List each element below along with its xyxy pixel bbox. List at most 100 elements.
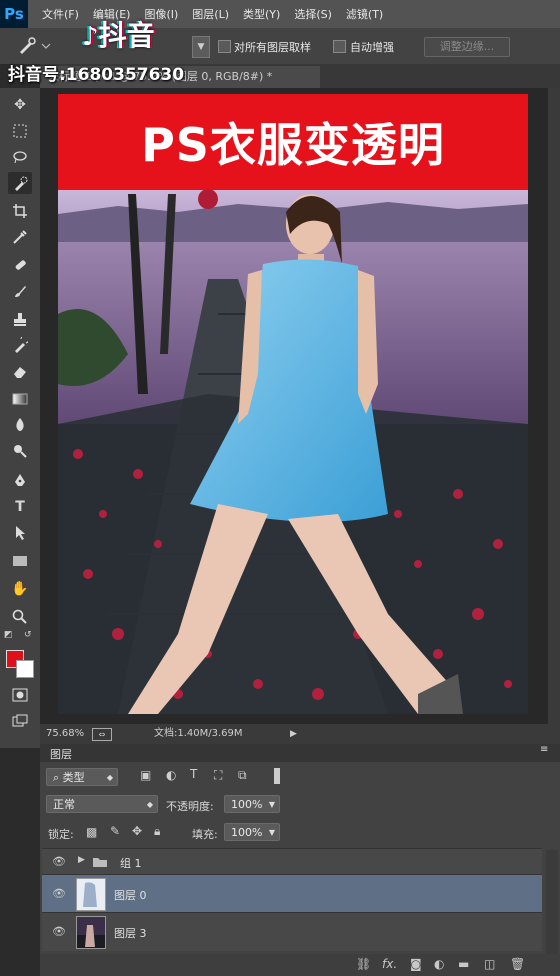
layer-row-layer-0[interactable]: 👁︎ 图层 0	[42, 874, 542, 913]
dropdown-arrow-icon: ◆	[106, 773, 113, 782]
path-selection-tool-icon[interactable]	[8, 522, 32, 544]
brush-size-dropdown[interactable]: ▼	[192, 36, 210, 58]
fill-field[interactable]: 100% ▼	[224, 823, 280, 841]
document-image[interactable]: PS衣服变透明	[58, 94, 528, 714]
crop-tool-icon[interactable]	[8, 200, 32, 222]
eraser-tool-icon[interactable]	[8, 360, 32, 382]
new-group-icon[interactable]: ▬	[458, 957, 469, 971]
add-mask-icon[interactable]: ◙	[410, 957, 422, 971]
gradient-tool-icon[interactable]	[8, 388, 32, 410]
eye-icon[interactable]: 👁︎	[52, 855, 66, 868]
filter-shape-icon[interactable]: ⛶	[214, 768, 222, 783]
fill-value: 100%	[231, 826, 263, 839]
layer-filter-row: ⌕ 类型 ◆ ▣ ◐ T ⛶ ⧉	[46, 766, 554, 788]
layer-name: 图层 0	[114, 889, 147, 902]
lock-all-icon[interactable]: 🔒︎	[154, 824, 160, 839]
background-color-swatch[interactable]	[16, 660, 34, 678]
zoom-tool-icon[interactable]	[8, 606, 32, 628]
zoom-level[interactable]: 75.68%	[46, 724, 84, 744]
swap-colors-icon[interactable]: ↺	[24, 630, 32, 640]
link-layers-icon[interactable]: ⛓	[356, 957, 371, 971]
menu-filter[interactable]: 滤镜(T)	[346, 6, 383, 22]
dropdown-arrow-icon: ◆	[146, 800, 153, 809]
menu-type[interactable]: 类型(Y)	[243, 6, 280, 22]
blend-mode-dropdown[interactable]: 正常 ◆	[46, 795, 158, 813]
folder-icon	[92, 855, 108, 871]
filter-adjustment-icon[interactable]: ◐	[166, 768, 176, 782]
layer-filter-dropdown[interactable]: ⌕ 类型 ◆	[46, 768, 118, 786]
menu-layer[interactable]: 图层(L)	[192, 6, 229, 22]
layers-panel-tab[interactable]: 图层 ≡	[40, 744, 560, 762]
layers-scrollbar[interactable]	[546, 850, 558, 954]
sample-all-layers-checkbox[interactable]	[218, 40, 231, 53]
clone-stamp-tool-icon[interactable]	[8, 308, 32, 330]
lasso-tool-icon[interactable]	[8, 146, 32, 168]
lock-position-icon[interactable]: ✥	[132, 824, 142, 838]
brush-tool-icon[interactable]	[8, 280, 32, 302]
quick-mask-icon[interactable]	[8, 684, 32, 706]
adjustment-layer-icon[interactable]: ◐	[434, 957, 444, 971]
quick-selection-brush-icon[interactable]	[12, 34, 62, 58]
marquee-tool-icon[interactable]	[8, 120, 32, 142]
doc-size: 文档:1.40M/3.69M	[154, 728, 243, 739]
dropdown-arrow-icon: ▼	[268, 828, 275, 837]
filter-pixel-icon[interactable]: ▣	[140, 768, 151, 782]
canvas-vertical-scrollbar[interactable]	[548, 88, 560, 724]
type-tool-icon[interactable]: T	[8, 496, 32, 518]
layer-filter-label: 类型	[62, 771, 85, 784]
search-icon: ⌕	[53, 771, 63, 784]
filter-type-icon[interactable]: T	[190, 767, 197, 781]
auto-enhance-label: 自动增强	[350, 41, 394, 54]
lock-transparency-icon[interactable]: ▩	[86, 825, 97, 839]
dropdown-arrow-icon: ▼	[268, 800, 275, 809]
layer-name: 图层 3	[114, 927, 147, 940]
layer-row-group-1[interactable]: 👁︎ ▶ 组 1	[42, 848, 542, 875]
layers-panel: 图层 ≡ ⌕ 类型 ◆ ▣ ◐ T ⛶ ⧉ 正常 ◆ 不透明度: 100% ▼ …	[40, 744, 560, 976]
rectangle-tool-icon[interactable]	[8, 550, 32, 572]
screen-mode-icon[interactable]	[8, 710, 32, 732]
douyin-id: 抖音号:1680357630	[8, 65, 185, 85]
opacity-field[interactable]: 100% ▼	[224, 795, 280, 813]
layer-row-layer-3[interactable]: 👁︎ 图层 3	[42, 912, 542, 951]
pen-tool-icon[interactable]	[8, 470, 32, 492]
photoshop-logo: Ps	[0, 0, 28, 28]
panel-menu-icon[interactable]: ≡	[540, 744, 548, 755]
layer-name: 组 1	[120, 857, 142, 870]
title-banner: PS衣服变透明	[58, 94, 528, 190]
auto-enhance-checkbox[interactable]	[333, 40, 346, 53]
default-colors-icon[interactable]: ◩	[4, 630, 13, 640]
opacity-label: 不透明度:	[166, 800, 214, 813]
tiktok-note-icon: ♪	[82, 22, 99, 52]
status-share-icon[interactable]: ⇔	[92, 728, 112, 741]
lock-label: 锁定:	[48, 828, 74, 841]
layer-thumbnail	[76, 878, 106, 911]
eyedropper-tool-icon[interactable]	[8, 226, 32, 248]
expand-arrow-icon[interactable]: ▶	[78, 855, 85, 865]
filter-smart-object-icon[interactable]: ⧉	[238, 768, 247, 783]
eye-icon[interactable]: 👁︎	[52, 925, 66, 938]
refine-edge-button[interactable]: 调整边缘...	[424, 37, 510, 57]
healing-brush-tool-icon[interactable]	[8, 254, 32, 276]
fill-label: 填充:	[192, 828, 218, 841]
douyin-logo: ♪抖音	[82, 14, 155, 54]
tools-panel: ✥ T ✋ ◩ ↺	[0, 88, 41, 748]
status-menu-arrow-icon[interactable]: ▶	[290, 724, 297, 744]
blur-tool-icon[interactable]	[8, 414, 32, 436]
banner-title: PS衣服变透明	[141, 118, 445, 172]
lock-image-icon[interactable]: ✎	[110, 824, 120, 838]
move-tool-icon[interactable]: ✥	[8, 94, 32, 116]
history-brush-tool-icon[interactable]	[8, 334, 32, 356]
eye-icon[interactable]: 👁︎	[52, 887, 66, 900]
layer-thumbnail	[76, 916, 106, 949]
layers-panel-footer: ⛓ fx. ◙ ◐ ▬ ◫ 🗑︎	[40, 954, 560, 976]
trash-icon[interactable]: 🗑︎	[510, 957, 525, 971]
quick-selection-tool-icon[interactable]	[8, 172, 32, 194]
filter-toggle-icon[interactable]	[274, 768, 280, 784]
fx-icon[interactable]: fx.	[382, 957, 397, 971]
hand-tool-icon[interactable]: ✋	[8, 578, 32, 600]
menu-select[interactable]: 选择(S)	[294, 6, 332, 22]
menu-file[interactable]: 文件(F)	[42, 6, 79, 22]
new-layer-icon[interactable]: ◫	[484, 957, 495, 971]
opacity-value: 100%	[231, 798, 263, 811]
dodge-tool-icon[interactable]	[8, 440, 32, 462]
